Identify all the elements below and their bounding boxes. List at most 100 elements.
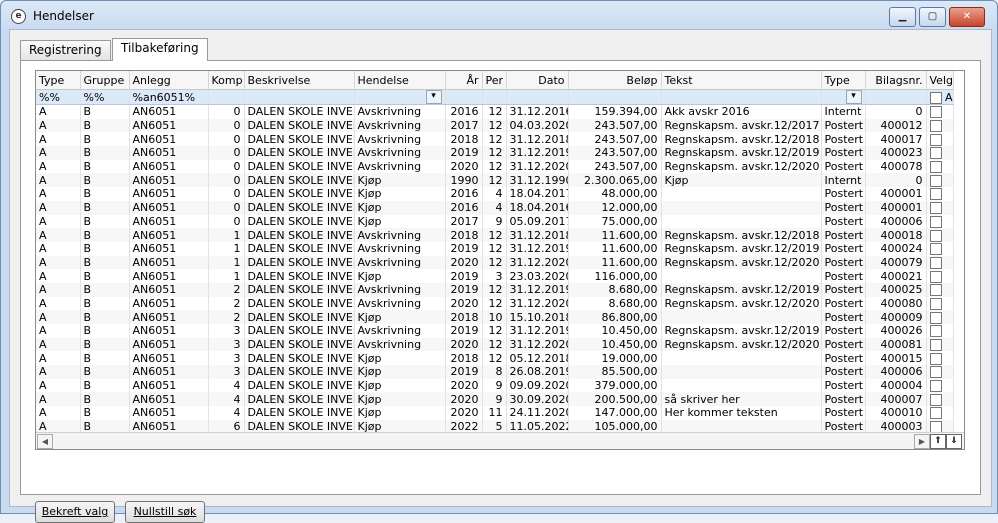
- col-header-gruppe[interactable]: Gruppe: [80, 71, 130, 90]
- table-row[interactable]: ABAN60510DALEN SKOLE INVENTKjøp19901231.…: [36, 173, 954, 188]
- filter-type[interactable]: %%: [36, 89, 81, 105]
- table-row[interactable]: ABAN60510DALEN SKOLE INVENTAvskrivning20…: [36, 132, 954, 147]
- table-row[interactable]: ABAN60514DALEN SKOLE INVENTKjøp20201124.…: [36, 406, 954, 420]
- col-header-beskrivelse[interactable]: Beskrivelse: [244, 71, 355, 90]
- confirm-selection-button[interactable]: Bekreft valg: [35, 501, 115, 523]
- select-row-checkbox[interactable]: [929, 243, 942, 256]
- chevron-down-icon[interactable]: ▾: [425, 90, 442, 104]
- cell-anlegg: AN6051: [129, 132, 209, 147]
- select-row-checkbox[interactable]: [929, 380, 942, 393]
- cell-belop: 12.000,00: [568, 200, 662, 215]
- filter-gruppe[interactable]: %%: [80, 89, 130, 105]
- col-header-velg[interactable]: Velg: [926, 71, 954, 90]
- maximize-icon[interactable]: ▢: [919, 7, 946, 27]
- cell-ar: 2018: [445, 351, 483, 366]
- select-row-checkbox[interactable]: [929, 311, 942, 324]
- table-row[interactable]: ABAN60512DALEN SKOLE INVENTAvskrivning20…: [36, 282, 954, 297]
- select-row-checkbox[interactable]: [929, 188, 942, 201]
- select-row-checkbox[interactable]: [929, 120, 942, 133]
- table-row[interactable]: ABAN60514DALEN SKOLE INVENTKjøp2020909.0…: [36, 378, 954, 393]
- table-row[interactable]: ABAN60513DALEN SKOLE INVENTAvskrivning20…: [36, 324, 954, 338]
- scroll-down-double-icon[interactable]: ⇓: [946, 434, 962, 449]
- cell-velg: [926, 351, 954, 366]
- col-header-per[interactable]: Per: [482, 71, 507, 90]
- select-all-checkbox[interactable]: [929, 91, 942, 104]
- select-row-checkbox[interactable]: [929, 325, 942, 338]
- filter-anlegg[interactable]: %an6051%: [129, 89, 209, 105]
- select-row-checkbox[interactable]: [929, 133, 942, 146]
- filter-ar[interactable]: [445, 89, 483, 105]
- select-row-checkbox[interactable]: [929, 407, 942, 420]
- col-header-ar[interactable]: År: [445, 71, 483, 90]
- col-header-bilagsnr[interactable]: Bilagsnr.: [865, 71, 927, 90]
- select-row-checkbox[interactable]: [929, 229, 942, 242]
- col-header-komp[interactable]: Komp: [208, 71, 245, 90]
- col-header-tekst[interactable]: Tekst: [661, 71, 822, 90]
- filter-velg[interactable]: Alle: [926, 89, 954, 105]
- title-bar[interactable]: e Hendelser ▁ ▢ ✕: [1, 1, 997, 29]
- cell-dato: 31.12.2019: [506, 324, 569, 338]
- header-row: Type Gruppe Anlegg Komp Beskrivelse Hend…: [36, 71, 954, 90]
- chevron-down-icon[interactable]: ▾: [845, 90, 862, 104]
- table-row[interactable]: ABAN60511DALEN SKOLE INVENTAvskrivning20…: [36, 255, 954, 270]
- scroll-right-icon[interactable]: ▶: [914, 434, 930, 449]
- table-row[interactable]: ABAN60510DALEN SKOLE INVENTAvskrivning20…: [36, 104, 954, 119]
- col-header-type[interactable]: Type: [36, 71, 81, 90]
- table-row[interactable]: ABAN60512DALEN SKOLE INVENTAvskrivning20…: [36, 296, 954, 311]
- filter-tekst[interactable]: [661, 89, 822, 105]
- tab-tilbakeforing[interactable]: Tilbakeføring: [112, 38, 208, 61]
- cell-dato: 05.12.2018: [506, 351, 569, 366]
- filter-bilagsnr[interactable]: [865, 89, 927, 105]
- select-row-checkbox[interactable]: [929, 161, 942, 174]
- scroll-left-icon[interactable]: ◀: [37, 434, 53, 449]
- cell-ar: 2020: [445, 337, 483, 352]
- select-row-checkbox[interactable]: [929, 352, 942, 365]
- select-row-checkbox[interactable]: [929, 202, 942, 215]
- table-row[interactable]: ABAN60511DALEN SKOLE INVENTKjøp2019323.0…: [36, 269, 954, 283]
- select-row-checkbox[interactable]: [929, 106, 942, 119]
- select-row-checkbox[interactable]: [929, 284, 942, 297]
- table-row[interactable]: ABAN60511DALEN SKOLE INVENTAvskrivning20…: [36, 241, 954, 256]
- filter-status-type[interactable]: ▾: [821, 89, 866, 105]
- col-header-anlegg[interactable]: Anlegg: [129, 71, 209, 90]
- filter-belop[interactable]: [568, 89, 662, 105]
- horizontal-scrollbar[interactable]: ◀ ▶ ⇑ ⇓: [36, 432, 964, 449]
- select-row-checkbox[interactable]: [929, 339, 942, 352]
- close-icon[interactable]: ✕: [949, 7, 985, 27]
- cell-status-type: Internt: [821, 104, 866, 119]
- table-row[interactable]: ABAN60510DALEN SKOLE INVENTAvskrivning20…: [36, 118, 954, 133]
- filter-per[interactable]: [482, 89, 507, 105]
- select-row-checkbox[interactable]: [929, 270, 942, 283]
- table-row[interactable]: ABAN60513DALEN SKOLE INVENTKjøp2019826.0…: [36, 365, 954, 379]
- filter-dato[interactable]: [506, 89, 569, 105]
- table-row[interactable]: ABAN60510DALEN SKOLE INVENTAvskrivning20…: [36, 159, 954, 174]
- select-row-checkbox[interactable]: [929, 174, 942, 187]
- select-row-checkbox[interactable]: [929, 256, 942, 269]
- filter-beskrivelse[interactable]: [244, 89, 355, 105]
- col-header-dato[interactable]: Dato: [506, 71, 569, 90]
- table-row[interactable]: ABAN60514DALEN SKOLE INVENTKjøp2020930.0…: [36, 392, 954, 407]
- col-header-belop[interactable]: Beløp: [568, 71, 662, 90]
- select-row-checkbox[interactable]: [929, 215, 942, 228]
- table-row[interactable]: ABAN60510DALEN SKOLE INVENTKjøp2017905.0…: [36, 214, 954, 229]
- select-row-checkbox[interactable]: [929, 147, 942, 160]
- table-row[interactable]: ABAN60510DALEN SKOLE INVENTKjøp2016418.0…: [36, 187, 954, 201]
- table-row[interactable]: ABAN60512DALEN SKOLE INVENTKjøp20181015.…: [36, 310, 954, 324]
- table-row[interactable]: ABAN60513DALEN SKOLE INVENTAvskrivning20…: [36, 337, 954, 352]
- table-row[interactable]: ABAN60510DALEN SKOLE INVENTKjøp2016418.0…: [36, 200, 954, 215]
- cell-beskrivelse: DALEN SKOLE INVENT: [244, 104, 355, 119]
- tab-registrering[interactable]: Registrering: [20, 40, 111, 60]
- table-row[interactable]: ABAN60510DALEN SKOLE INVENTAvskrivning20…: [36, 146, 954, 160]
- select-row-checkbox[interactable]: [929, 366, 942, 379]
- filter-hendelse[interactable]: ▾: [354, 89, 446, 105]
- minimize-icon[interactable]: ▁: [889, 7, 916, 27]
- col-header-hendelse[interactable]: Hendelse: [354, 71, 446, 90]
- select-row-checkbox[interactable]: [929, 297, 942, 310]
- table-row[interactable]: ABAN60511DALEN SKOLE INVENTAvskrivning20…: [36, 228, 954, 242]
- select-row-checkbox[interactable]: [929, 393, 942, 406]
- filter-komp[interactable]: [208, 89, 245, 105]
- scroll-up-double-icon[interactable]: ⇑: [930, 434, 946, 449]
- table-row[interactable]: ABAN60513DALEN SKOLE INVENTKjøp20181205.…: [36, 351, 954, 366]
- col-header-status-type[interactable]: Type: [821, 71, 866, 90]
- reset-search-button[interactable]: Nullstill søk: [125, 501, 205, 523]
